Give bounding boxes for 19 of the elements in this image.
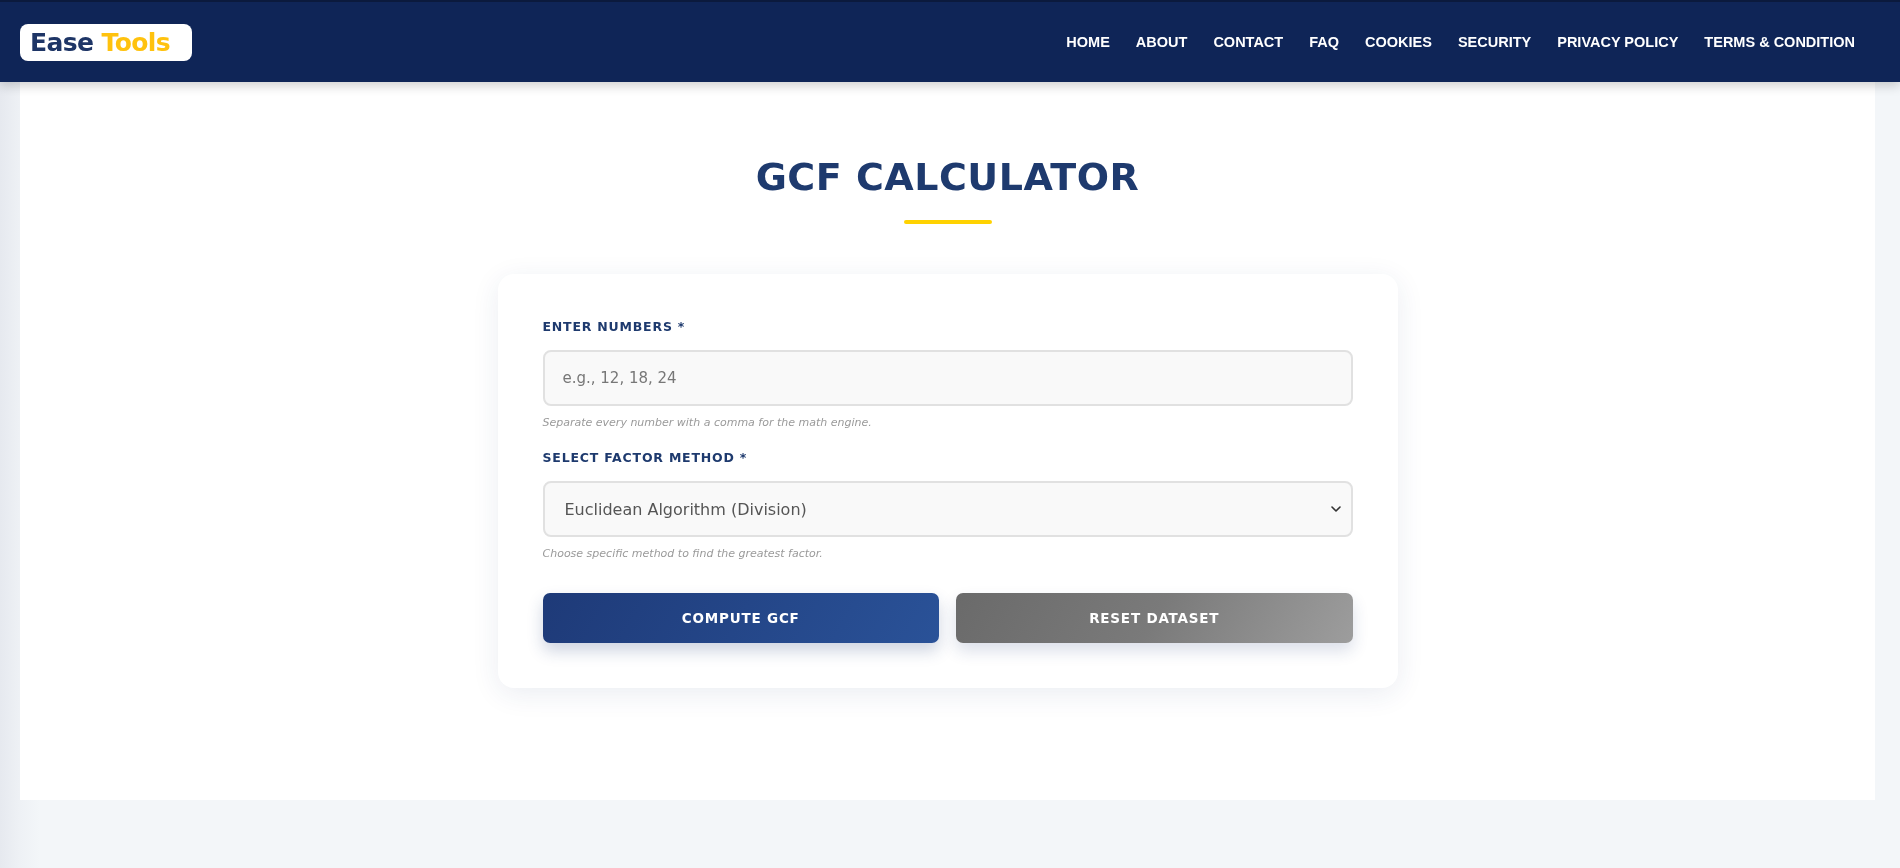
field-hint: Choose specific method to find the greatest factor. [542, 547, 823, 561]
nav-link[interactable]: PRIVACY POLICY [1557, 30, 1679, 54]
input-field[interactable]: e.g., 12, 18, 24 [542, 350, 1353, 406]
compute-button[interactable]: COMPUTE GCF [542, 593, 939, 643]
field-label: ENTER NUMBERS * [542, 319, 686, 335]
nav-link[interactable]: CONTACT [1213, 30, 1284, 54]
field-hint: Separate every number with a comma for the math engine. [542, 416, 872, 430]
select-field[interactable]: Euclidean Algorithm (Division) [542, 481, 1353, 537]
page-title: GCF CALCULATOR [755, 154, 1140, 200]
nav-link[interactable]: HOME [1066, 30, 1110, 54]
logo[interactable]: Ease Tools [20, 23, 192, 61]
nav-link[interactable]: TERMS & CONDITION [1704, 30, 1855, 54]
nav-link[interactable]: COOKIES [1365, 30, 1432, 54]
nav-link[interactable]: FAQ [1309, 30, 1339, 54]
nav-link[interactable]: ABOUT [1135, 30, 1188, 54]
nav-link[interactable]: SECURITY [1457, 30, 1532, 54]
chevron-icon [1330, 506, 1341, 512]
reset-button[interactable]: RESET DATASET [956, 593, 1353, 643]
field-label: SELECT FACTOR METHOD * [542, 450, 748, 466]
